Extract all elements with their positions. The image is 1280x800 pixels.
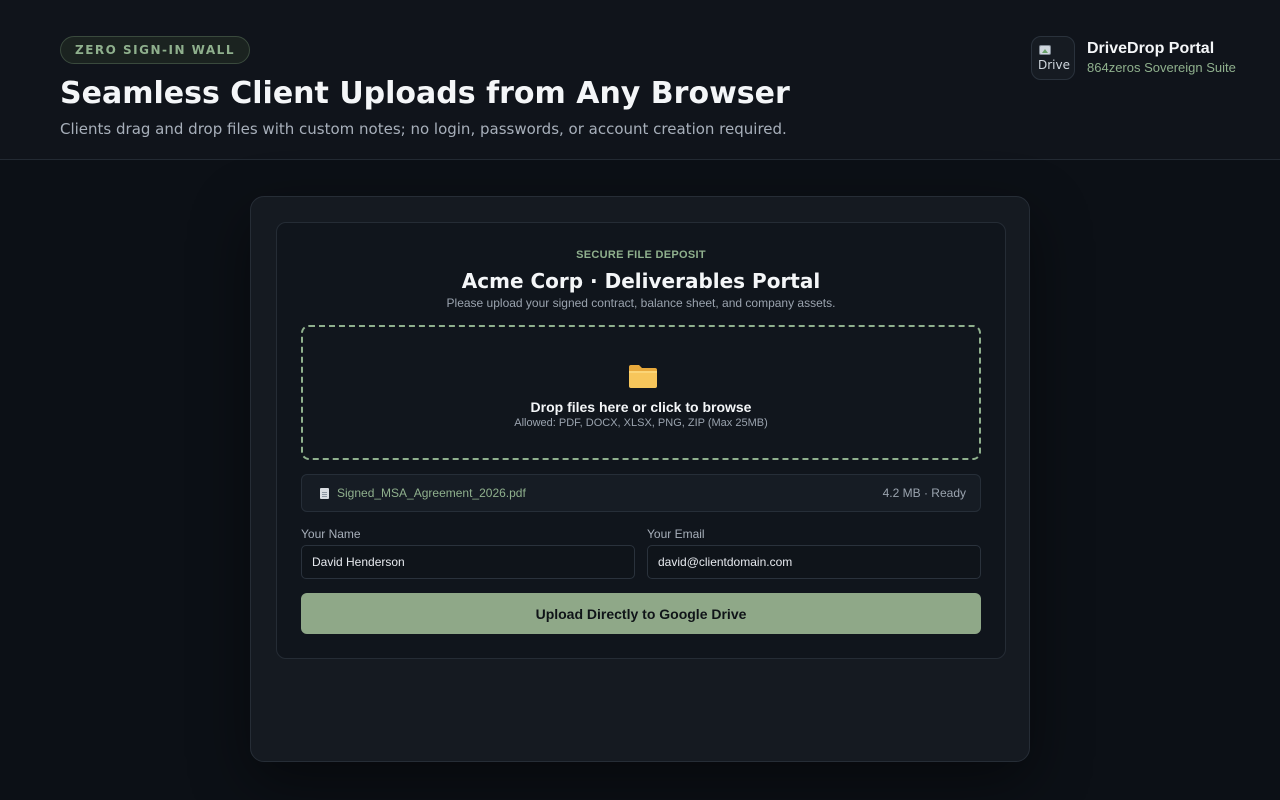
brand-suite: 864zeros Sovereign Suite bbox=[1087, 60, 1236, 75]
file-status: 4.2 MB · Ready bbox=[882, 486, 966, 500]
folder-icon bbox=[629, 365, 657, 388]
email-label: Your Email bbox=[647, 527, 705, 541]
brand-block[interactable]: Drive DriveDrop Portal 864zeros Sovereig… bbox=[1031, 36, 1236, 80]
zero-sign-in-badge: ZERO SIGN-IN WALL bbox=[60, 36, 250, 64]
page-header: ZERO SIGN-IN WALL Seamless Client Upload… bbox=[0, 0, 1280, 160]
name-label: Your Name bbox=[301, 527, 361, 541]
page-title: Seamless Client Uploads from Any Browser bbox=[60, 76, 790, 111]
file-dropzone[interactable]: Drop files here or click to browse Allow… bbox=[301, 325, 981, 460]
brand-logo-alt-text: Drive bbox=[1038, 58, 1070, 72]
page-subtitle: Clients drag and drop files with custom … bbox=[60, 120, 787, 138]
brand-logo: Drive bbox=[1031, 36, 1075, 80]
brand-text: DriveDrop Portal 864zeros Sovereign Suit… bbox=[1087, 39, 1236, 77]
page: ZERO SIGN-IN WALL Seamless Client Upload… bbox=[0, 0, 1280, 800]
file-name: Signed_MSA_Agreement_2026.pdf bbox=[337, 486, 526, 500]
file-icon bbox=[320, 488, 329, 499]
card-subtitle: Please upload your signed contract, bala… bbox=[446, 296, 836, 310]
name-input[interactable] bbox=[301, 545, 635, 579]
selected-file-row: Signed_MSA_Agreement_2026.pdf 4.2 MB · R… bbox=[301, 474, 981, 512]
dropzone-hint: Allowed: PDF, DOCX, XLSX, PNG, ZIP (Max … bbox=[514, 417, 768, 429]
broken-image-icon bbox=[1039, 45, 1051, 55]
upload-card: SECURE FILE DEPOSIT Acme Corp · Delivera… bbox=[276, 222, 1006, 659]
dropzone-title: Drop files here or click to browse bbox=[530, 399, 752, 415]
card-eyebrow: SECURE FILE DEPOSIT bbox=[576, 249, 706, 261]
upload-button[interactable]: Upload Directly to Google Drive bbox=[301, 593, 981, 634]
portal-outer-card: SECURE FILE DEPOSIT Acme Corp · Delivera… bbox=[250, 196, 1030, 762]
card-title: Acme Corp · Deliverables Portal bbox=[461, 269, 821, 293]
email-input[interactable] bbox=[647, 545, 981, 579]
brand-name: DriveDrop Portal bbox=[1087, 40, 1215, 57]
